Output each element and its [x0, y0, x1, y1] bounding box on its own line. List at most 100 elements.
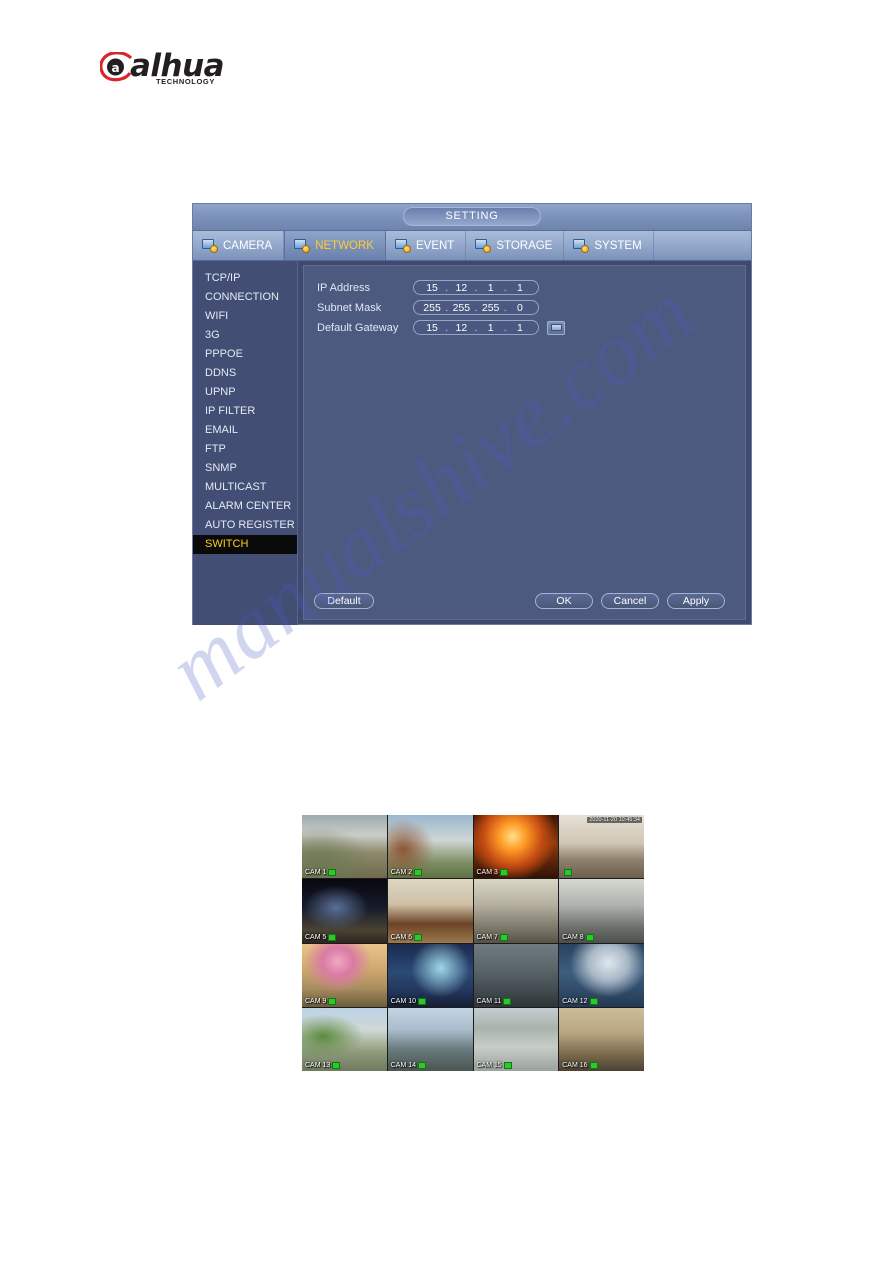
camera-label: CAM 5 — [305, 933, 337, 941]
recording-badge-icon — [503, 1062, 512, 1069]
camera-cell[interactable]: 2020-11-20 10:45:34 — [559, 815, 644, 879]
recording-badge-icon — [499, 869, 508, 877]
subnet-mask-octet-4[interactable]: 0 — [509, 302, 531, 314]
system-icon — [573, 238, 590, 253]
svg-text:a: a — [111, 61, 119, 75]
sidebar-item-ddns[interactable]: DDNS — [193, 364, 297, 383]
camera-cell[interactable]: CAM 10 — [387, 943, 473, 1007]
tab-camera[interactable]: CAMERA — [193, 231, 285, 260]
recording-badge-icon — [414, 933, 423, 941]
recording-badge-icon — [418, 1062, 427, 1069]
recording-badge-icon — [564, 869, 573, 877]
recording-badge-icon — [418, 997, 427, 1005]
sidebar-item-snmp[interactable]: SNMP — [193, 459, 297, 478]
apply-button[interactable]: Apply — [667, 593, 725, 609]
camera-label: CAM 2 — [391, 869, 423, 877]
camera-icon — [202, 238, 218, 253]
camera-label — [562, 869, 573, 877]
sidebar-item-ip-filter[interactable]: IP FILTER — [193, 402, 297, 421]
subnet-mask-label: Subnet Mask — [317, 301, 382, 314]
recording-badge-icon — [332, 1062, 341, 1069]
ip-address-octet-1[interactable]: 15 — [421, 282, 443, 294]
camera-cell[interactable]: CAM 3 — [473, 815, 559, 879]
camera-label: CAM 13 — [305, 1062, 341, 1069]
default-gateway-octet-4[interactable]: 1 — [509, 322, 531, 334]
dialog-content-panel: IP Address 15 . 12 . 1 . 1 Subnet Mask 2… — [303, 265, 746, 620]
camera-cell[interactable]: CAM 16 — [559, 1007, 644, 1071]
cancel-button[interactable]: Cancel — [601, 593, 659, 609]
camera-cell[interactable]: CAM 2 — [387, 815, 473, 879]
dialog-sidebar: TCP/IP CONNECTION WIFI 3G PPPOE DDNS UPN… — [193, 261, 298, 625]
ip-address-input[interactable]: 15 . 12 . 1 . 1 — [413, 280, 539, 295]
sidebar-item-tcpip[interactable]: TCP/IP — [193, 269, 297, 288]
camera-label: CAM 1 — [305, 869, 337, 877]
default-gateway-input[interactable]: 15 . 12 . 1 . 1 — [413, 320, 539, 335]
sidebar-item-switch[interactable]: SWITCH — [193, 535, 297, 554]
ok-button[interactable]: OK — [535, 593, 593, 609]
camera-cell[interactable]: CAM 6 — [387, 879, 473, 943]
default-button[interactable]: Default — [314, 593, 374, 609]
sidebar-item-alarm-center[interactable]: ALARM CENTER — [193, 497, 297, 516]
camera-label: CAM 9 — [305, 997, 337, 1005]
tab-event[interactable]: EVENT — [386, 231, 467, 260]
sidebar-item-connection[interactable]: CONNECTION — [193, 288, 297, 307]
camera-cell[interactable]: CAM 14 — [387, 1007, 473, 1071]
camera-label: CAM 7 — [477, 933, 508, 941]
virtual-keyboard-icon[interactable] — [547, 320, 565, 335]
camera-cell[interactable]: CAM 1 — [302, 815, 387, 879]
camera-label: CAM 8 — [562, 933, 594, 941]
subnet-mask-octet-3[interactable]: 255 — [480, 302, 502, 314]
field-default-gateway: Default Gateway 15 . 12 . 1 . 1 — [317, 318, 565, 337]
default-gateway-octet-2[interactable]: 12 — [450, 322, 472, 334]
sidebar-item-ftp[interactable]: FTP — [193, 440, 297, 459]
camera-cell[interactable]: CAM 7 — [473, 879, 559, 943]
default-gateway-octet-1[interactable]: 15 — [421, 322, 443, 334]
event-icon — [394, 238, 411, 253]
recording-badge-icon — [328, 997, 337, 1005]
sidebar-item-wifi[interactable]: WIFI — [193, 307, 297, 326]
camera-cell[interactable]: CAM 15 — [473, 1007, 559, 1071]
tab-system[interactable]: SYSTEM — [564, 231, 654, 260]
sidebar-item-upnp[interactable]: UPNP — [193, 383, 297, 402]
sidebar-item-multicast[interactable]: MULTICAST — [193, 478, 297, 497]
camera-label: CAM 10 — [391, 997, 427, 1005]
subnet-mask-octet-1[interactable]: 255 — [421, 302, 443, 314]
camera-cell[interactable]: CAM 8 — [559, 879, 644, 943]
tab-network[interactable]: NETWORK — [284, 231, 386, 260]
camera-cell[interactable]: CAM 5 — [302, 879, 387, 943]
sidebar-item-pppoe[interactable]: PPPOE — [193, 345, 297, 364]
camera-cell[interactable]: CAM 12 — [559, 943, 644, 1007]
camera-cell[interactable]: CAM 9 — [302, 943, 387, 1007]
ip-dot: . — [474, 321, 478, 334]
recording-badge-icon — [328, 869, 337, 877]
camera-cell[interactable]: CAM 13 — [302, 1007, 387, 1071]
sidebar-item-3g[interactable]: 3G — [193, 326, 297, 345]
tab-network-label: NETWORK — [315, 239, 374, 252]
recording-badge-icon — [589, 997, 598, 1005]
network-icon — [294, 238, 311, 253]
ip-address-octet-4[interactable]: 1 — [509, 282, 531, 294]
subnet-mask-octet-2[interactable]: 255 — [450, 302, 472, 314]
default-gateway-octet-3[interactable]: 1 — [480, 322, 502, 334]
tab-camera-label: CAMERA — [223, 239, 273, 252]
subnet-mask-input[interactable]: 255 . 255 . 255 . 0 — [413, 300, 539, 315]
dialog-titlebar: SETTING — [193, 204, 751, 231]
ip-dot: . — [474, 301, 478, 314]
camera-label: CAM 12 — [562, 997, 598, 1005]
field-subnet-mask: Subnet Mask 255 . 255 . 255 . 0 — [317, 298, 539, 317]
sidebar-item-auto-register[interactable]: AUTO REGISTER — [193, 516, 297, 535]
ip-address-octet-2[interactable]: 12 — [450, 282, 472, 294]
ip-dot: . — [503, 281, 507, 294]
storage-icon — [475, 238, 492, 253]
ip-dot: . — [445, 281, 449, 294]
dahua-logo-mark: a — [100, 52, 133, 82]
camera-label: CAM 6 — [391, 933, 423, 941]
ip-address-octet-3[interactable]: 1 — [480, 282, 502, 294]
camera-cell[interactable]: CAM 11 — [473, 943, 559, 1007]
sidebar-item-email[interactable]: EMAIL — [193, 421, 297, 440]
tab-storage[interactable]: STORAGE — [466, 231, 565, 260]
dialog-body: TCP/IP CONNECTION WIFI 3G PPPOE DDNS UPN… — [193, 261, 751, 625]
dahua-tagline: TECHNOLOGY — [156, 77, 215, 86]
ip-dot: . — [445, 321, 449, 334]
camera-label: CAM 14 — [391, 1062, 427, 1069]
